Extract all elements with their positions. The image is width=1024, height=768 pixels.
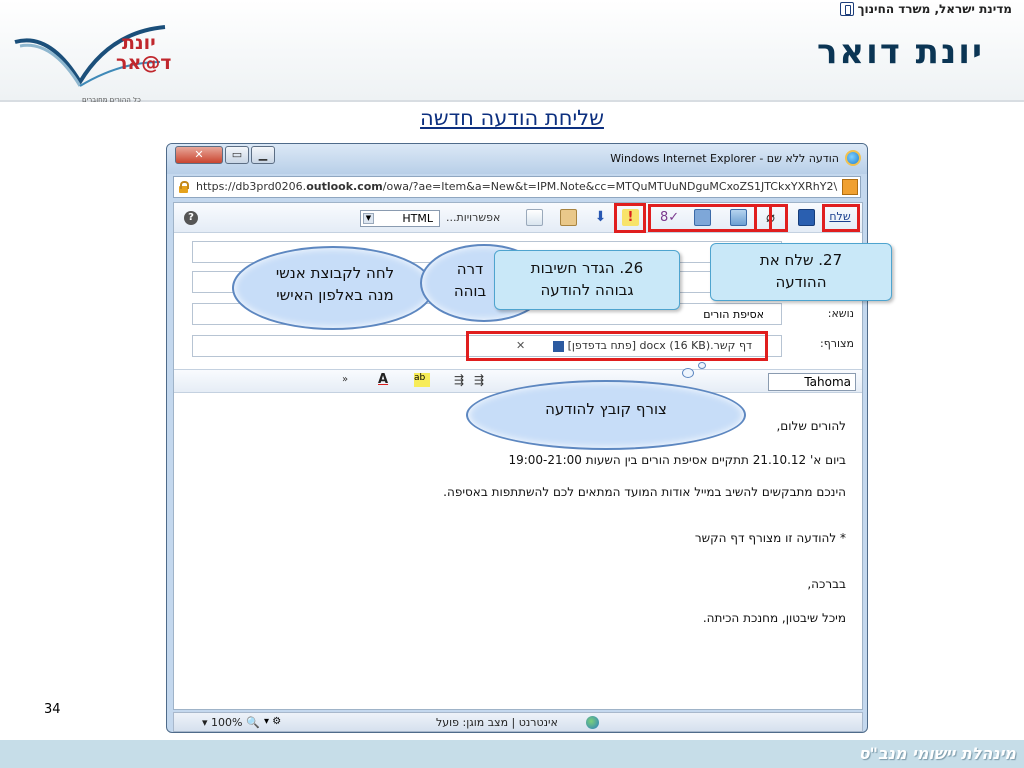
body-line: * להודעה זו מצורף דף הקשר <box>694 531 846 545</box>
body-line: בברכה, <box>807 577 846 591</box>
cloud-priority-text: דרה בוהה <box>440 258 500 302</box>
lock-icon <box>178 181 189 193</box>
callout-26-line: 26. הגדר חשיבות <box>530 259 644 277</box>
cloud-tail <box>698 362 706 369</box>
body-line: מיכל שיבטון, מחנכת הכיתה. <box>702 611 846 625</box>
address-suffix: /owa/?ae=Item&a=New&t=IPM.Note&cc=MTQuMT… <box>382 180 838 193</box>
font-color-icon[interactable]: A <box>378 372 388 387</box>
notepad-icon[interactable] <box>560 209 577 226</box>
font-select[interactable]: Tahoma <box>768 373 856 391</box>
subject-value: אסיפת הורים <box>703 308 764 321</box>
callout-27: 27. שלח את ההודעה <box>710 243 892 301</box>
zoom-level[interactable]: ▾ 100% 🔍 <box>202 716 260 729</box>
chevron-down-icon: ▼ <box>363 213 374 224</box>
more-options-icon[interactable]: » <box>342 374 348 385</box>
spellcheck-icon[interactable] <box>526 209 543 226</box>
outdent-icon[interactable]: ⇶ <box>474 373 484 387</box>
save-icon[interactable] <box>798 209 815 226</box>
logo-line2: ד@אר <box>116 52 172 74</box>
close-button[interactable]: ✕ <box>175 146 223 164</box>
callout-26: 26. הגדר חשיבות גבוהה להודעה <box>494 250 680 310</box>
callout-27-line: 27. שלח את <box>759 251 843 269</box>
cloud-attach-text: צורף קובץ להודעה <box>545 400 667 418</box>
options-link[interactable]: אפשרויות... <box>446 211 500 224</box>
low-importance-icon[interactable]: ⬇ <box>592 209 609 226</box>
address-bar[interactable]: https://db3prd0206.outlook.com/owa/?ae=I… <box>173 176 861 198</box>
subject-label: נושא: <box>827 307 854 320</box>
format-select[interactable]: ▼ HTML <box>360 210 440 227</box>
compose-toolbar: ? ▼ HTML אפשרויות... ⬇ ! 8✓ ⌀ שלח <box>174 203 862 233</box>
cloud-group-line: לחה לקבוצת אנשי <box>275 264 395 282</box>
callout-26-line: גבוהה להודעה <box>540 281 634 299</box>
body-line: להורים שלום, <box>776 419 846 433</box>
slide-title: שליחת הודעה חדשה <box>420 106 604 130</box>
cloud-tail <box>682 368 694 378</box>
highlight-importance <box>614 203 646 233</box>
window-titlebar: ✕ ▭ ▁ הודעה ללא שם - Windows Internet Ex… <box>167 144 867 174</box>
maximize-button[interactable]: ▭ <box>225 146 249 164</box>
header-divider <box>0 100 1024 102</box>
word-doc-icon <box>553 340 565 352</box>
highlight-send <box>822 204 860 232</box>
minimize-button[interactable]: ▁ <box>251 146 275 164</box>
callout-27-line: ההודעה <box>775 273 827 291</box>
format-value: HTML <box>402 212 433 225</box>
slide: מדינת ישראל, משרד החינוך יונת דואר יונת … <box>0 0 1024 768</box>
zone-status: אינטרנט | מצב מוגן: פועל <box>436 716 558 729</box>
ministry-label: מדינת ישראל, משרד החינוך <box>839 2 1012 16</box>
ministry-text: מדינת ישראל, משרד החינוך <box>857 2 1012 16</box>
feed-icon[interactable] <box>842 179 858 195</box>
brand-title: יונת דואר <box>816 32 984 72</box>
help-icon[interactable]: ? <box>184 211 198 225</box>
cloud-group-line: מנה באלפון האישי <box>276 286 394 304</box>
window-title: הודעה ללא שם - Windows Internet Explorer <box>610 152 839 165</box>
logo-line1: יונת <box>122 32 156 54</box>
cloud-group-text: לחה לקבוצת אנשי מנה באלפון האישי <box>250 262 420 306</box>
security-icon[interactable]: ▾ ⚙ <box>264 716 281 727</box>
yonat-doar-logo: יונת ד@אר כל ההורים מחוברים <box>10 22 172 104</box>
page-number: 34 <box>44 702 61 717</box>
footer-text: מינהלת יישומי מנב"ס <box>858 744 1016 763</box>
window-controls: ✕ ▭ ▁ <box>175 146 277 164</box>
globe-icon <box>586 716 599 729</box>
highlight-color-icon[interactable]: ab <box>414 373 430 387</box>
attachment-item[interactable]: דף קשר.docx (16 KB) [פתח בדפדפן] <box>504 339 752 352</box>
cloud-priority-line: בוהה <box>453 282 487 300</box>
highlight-attach <box>754 204 788 232</box>
body-line: הינכם מתבקשים להשיב במייל אודות המועד המ… <box>443 485 846 499</box>
status-bar: ▾ ⚙ ▾ 100% 🔍 אינטרנט | מצב מוגן: פועל <box>173 712 863 732</box>
address-prefix: https://db3prd0206. <box>196 180 307 193</box>
body-line: ביום א' 21.10.12 תתקיים אסיפת הורים בין … <box>508 453 846 467</box>
remove-attachment-icon[interactable]: ✕ <box>516 339 525 352</box>
attachment-link[interactable]: דף קשר.docx (16 KB) [פתח בדפדפן] <box>568 339 752 352</box>
state-emblem-icon <box>839 2 854 16</box>
ie-icon <box>845 150 861 166</box>
logo-subtitle: כל ההורים מחוברים <box>82 96 141 104</box>
indent-icon[interactable]: ⇶ <box>454 373 464 387</box>
zoom-value: 100% <box>211 716 243 729</box>
attachments-label: מצורף: <box>820 337 854 350</box>
footer-bar: מינהלת יישומי מנב"ס <box>0 740 1024 768</box>
cloud-priority-line: דרה <box>456 260 484 278</box>
address-domain: outlook.com <box>306 180 383 193</box>
